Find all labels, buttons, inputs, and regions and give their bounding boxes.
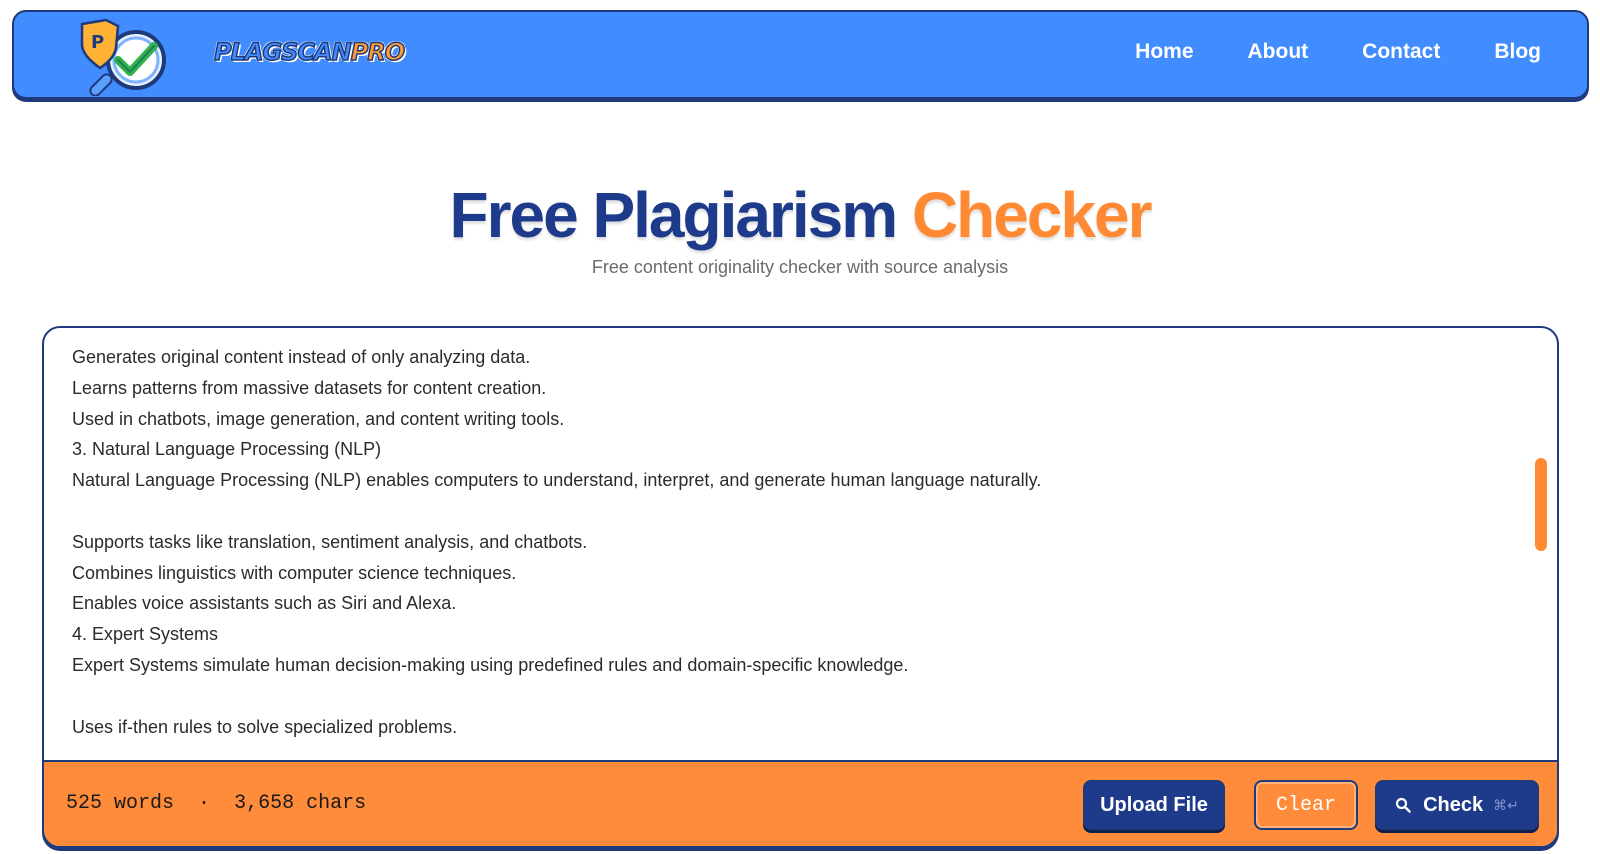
scrollbar-thumb[interactable] [1535,458,1547,551]
editor-text-line: Uses if-then rules to solve specialized … [72,716,458,737]
page-subtitle: Free content originality checker with so… [591,257,1009,277]
nav-blog-link[interactable]: Blog [1494,40,1541,64]
editor-footer-bar: 525 words · 3,658 chars Upload File Clea… [44,760,1557,846]
word-count: 525 words [66,792,175,815]
magnifier-shield-check-icon: P [80,18,166,97]
svg-text:P: P [91,32,104,53]
nav-home-link[interactable]: Home [1135,40,1193,64]
word-char-count: 525 words · 3,658 chars [66,792,366,815]
search-icon [1396,797,1411,813]
char-count: 3,658 chars [234,792,367,815]
editor-text-line: Supports tasks like translation, sentime… [72,531,588,552]
editor-text-line: Natural Language Processing (NLP) enable… [72,470,1042,491]
upload-file-button[interactable]: Upload File [1083,780,1225,830]
nav-contact-link[interactable]: Contact [1362,40,1440,64]
text-editor-panel: Generates original content instead of on… [42,326,1559,848]
nav-about-link[interactable]: About [1248,40,1309,64]
clear-button[interactable]: Clear [1254,780,1358,830]
editor-text-line [72,681,1529,712]
editor-text-line: 3. Natural Language Processing (NLP) [72,439,382,460]
site-logo[interactable]: P PLAGSCANPRO [68,16,406,97]
editor-text-line: Learns patterns from massive datasets fo… [72,377,547,398]
title-main: Free Plagiarism [449,179,912,251]
keyboard-shortcut-hint: ⌘↵ [1493,796,1519,813]
check-button[interactable]: Check ⌘↵ [1375,780,1539,830]
editor-text-line: Enables voice assistants such as Siri an… [72,593,457,614]
count-separator: · [198,792,211,815]
page-title: Free Plagiarism Checker [0,178,1600,252]
editor-text-line: Used in chatbots, image generation, and … [72,408,565,429]
editor-text-line [72,496,1529,527]
top-navbar: P PLAGSCANPRO Home About Contact Blog [12,10,1589,99]
upload-file-label: Upload File [1100,793,1208,816]
main-nav: Home About Contact Blog [1081,40,1541,64]
clear-label: Clear [1275,793,1336,817]
editor-text-line: Generates original content instead of on… [72,347,531,367]
editor-text-line: Combines linguistics with computer scien… [72,562,517,583]
text-input-area[interactable]: Generates original content instead of on… [44,328,1557,762]
check-label: Check [1423,793,1484,816]
logo-wordmark: PLAGSCANPRO [213,37,406,67]
editor-text-line: 4. Expert Systems [72,624,219,645]
editor-text-line: Expert Systems simulate human decision-m… [72,654,909,675]
title-accent: Checker [911,179,1153,251]
